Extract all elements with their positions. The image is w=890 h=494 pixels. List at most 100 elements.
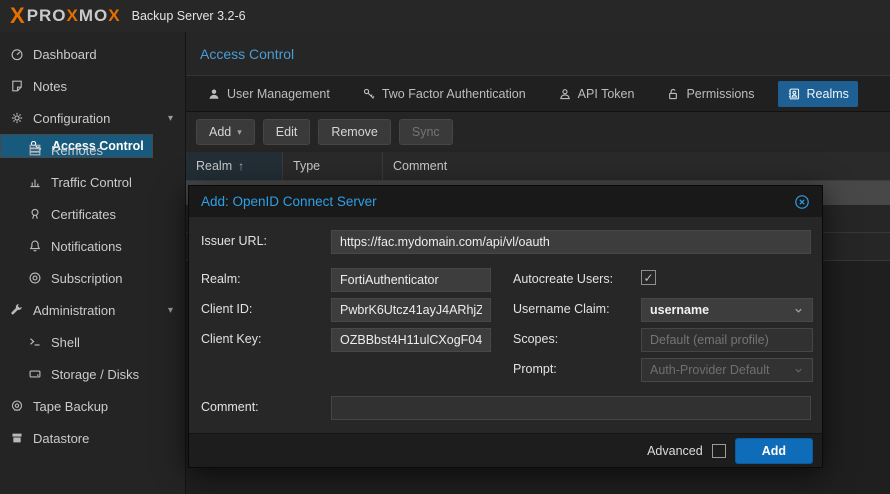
sidebar-item-label: Certificates (51, 207, 116, 222)
page-title: Access Control (200, 46, 294, 62)
checkmark-icon: ✓ (643, 271, 653, 285)
sync-button: Sync (399, 119, 453, 145)
sidebar-item-subscription[interactable]: Subscription (0, 262, 185, 294)
edit-button-label: Edit (276, 125, 298, 139)
sidebar-item-datastore[interactable]: Datastore (0, 422, 185, 454)
column-header-type[interactable]: Type (283, 152, 383, 180)
username-claim-label: Username Claim: (513, 302, 610, 316)
prompt-label: Prompt: (513, 362, 557, 376)
sidebar-item-notifications[interactable]: Notifications (0, 230, 185, 262)
add-button-label: Add (209, 125, 231, 139)
close-icon[interactable] (794, 194, 810, 210)
key-icon (362, 87, 376, 101)
sidebar-item-storage-disks[interactable]: Storage / Disks (0, 358, 185, 390)
sidebar-item-tape-backup[interactable]: Tape Backup (0, 390, 185, 422)
user-outline-icon (558, 87, 572, 101)
sidebar-item-label: Tape Backup (33, 399, 108, 414)
sidebar-item-label: Traffic Control (51, 175, 132, 190)
sidebar-item-label: Notes (33, 79, 67, 94)
username-claim-select[interactable]: username (641, 298, 813, 322)
client-id-label: Client ID: (201, 302, 252, 316)
issuer-url-label: Issuer URL: (201, 234, 267, 248)
sidebar-item-traffic-control[interactable]: Traffic Control (0, 166, 185, 198)
dialog-add-button[interactable]: Add (735, 438, 813, 464)
tab-label: API Token (578, 87, 635, 101)
sidebar-item-label: Subscription (51, 271, 123, 286)
sidebar-item-dashboard[interactable]: Dashboard (0, 38, 185, 70)
tab-realms[interactable]: Realms (778, 81, 858, 107)
brand-seg: PRO (27, 6, 67, 25)
autocreate-users-label: Autocreate Users: (513, 272, 613, 286)
sidebar-item-configuration[interactable]: Configuration ▾ (0, 102, 185, 134)
top-header-bar: X PROXMOX Backup Server 3.2-6 (0, 0, 890, 32)
note-icon (10, 79, 24, 93)
certificate-icon (28, 207, 42, 221)
add-openid-connect-server-dialog: Add: OpenID Connect Server Issuer URL: R… (188, 185, 823, 468)
advanced-checkbox[interactable] (712, 444, 726, 458)
chevron-down-icon (793, 365, 804, 376)
column-header-comment[interactable]: Comment (383, 152, 890, 180)
tab-label: User Management (227, 87, 330, 101)
tape-icon (10, 399, 24, 413)
prompt-select: Auth-Provider Default (641, 358, 813, 382)
sidebar-item-notes[interactable]: Notes (0, 70, 185, 102)
dialog-add-button-label: Add (762, 444, 786, 458)
sidebar-nav: Dashboard Notes Configuration ▾ Access C… (0, 32, 185, 494)
sidebar-item-label: Notifications (51, 239, 122, 254)
wrench-icon (10, 303, 24, 317)
sidebar-item-shell[interactable]: Shell (0, 326, 185, 358)
sort-ascending-icon: ↑ (238, 159, 244, 173)
servers-icon (28, 143, 42, 157)
sidebar-item-certificates[interactable]: Certificates (0, 198, 185, 230)
chevron-down-icon[interactable]: ▾ (168, 305, 173, 316)
tab-api-token[interactable]: API Token (549, 81, 644, 107)
sidebar-item-label: Configuration (33, 111, 110, 126)
tab-two-factor-authentication[interactable]: Two Factor Authentication (353, 81, 535, 107)
brand-seg: X (67, 6, 79, 25)
sidebar-item-label: Administration (33, 303, 115, 318)
add-button[interactable]: Add ▾ (196, 119, 255, 145)
brand-seg: X (108, 6, 120, 25)
tab-label: Realms (807, 87, 849, 101)
autocreate-users-checkbox[interactable]: ✓ (641, 270, 656, 285)
gauge-icon (10, 47, 24, 61)
client-id-input[interactable] (331, 298, 491, 322)
chevron-down-icon[interactable]: ▾ (168, 113, 173, 124)
bell-icon (28, 239, 42, 253)
page-title-bar: Access Control (186, 32, 890, 76)
proxmox-x-logo-icon: X (10, 5, 25, 27)
tab-permissions[interactable]: Permissions (657, 81, 763, 107)
comment-label: Comment: (201, 400, 259, 414)
realms-table-header: Realm ↑ Type Comment (186, 152, 890, 181)
realm-input[interactable] (331, 268, 491, 292)
tab-user-management[interactable]: User Management (198, 81, 339, 107)
app-window: X PROXMOX Backup Server 3.2-6 Dashboard … (0, 0, 890, 494)
sync-button-label: Sync (412, 125, 440, 139)
sidebar-item-administration[interactable]: Administration ▾ (0, 294, 185, 326)
disk-icon (28, 367, 42, 381)
column-header-realm[interactable]: Realm ↑ (186, 152, 283, 180)
tab-bar: User Management Two Factor Authenticatio… (186, 76, 890, 112)
traffic-chart-icon (28, 175, 42, 189)
tab-label: Two Factor Authentication (382, 87, 526, 101)
sidebar-item-label: Storage / Disks (51, 367, 139, 382)
sidebar-item-remotes[interactable]: Remotes (0, 134, 185, 166)
scopes-input[interactable] (641, 328, 813, 352)
sidebar-item-label: Datastore (33, 431, 89, 446)
proxmox-logo: X PROXMOX (10, 5, 121, 27)
issuer-url-input[interactable] (331, 230, 811, 254)
remove-button[interactable]: Remove (318, 119, 391, 145)
sidebar-item-label: Dashboard (33, 47, 97, 62)
username-claim-value: username (650, 303, 709, 317)
user-icon (207, 87, 221, 101)
edit-button[interactable]: Edit (263, 119, 311, 145)
column-label: Comment (393, 159, 447, 173)
client-key-label: Client Key: (201, 332, 261, 346)
column-label: Realm (196, 159, 232, 173)
address-book-icon (787, 87, 801, 101)
comment-input[interactable] (331, 396, 811, 420)
scopes-label: Scopes: (513, 332, 558, 346)
brand-wordmark: PROXMOX (27, 6, 121, 26)
client-key-input[interactable] (331, 328, 491, 352)
dialog-titlebar[interactable]: Add: OpenID Connect Server (189, 186, 822, 217)
